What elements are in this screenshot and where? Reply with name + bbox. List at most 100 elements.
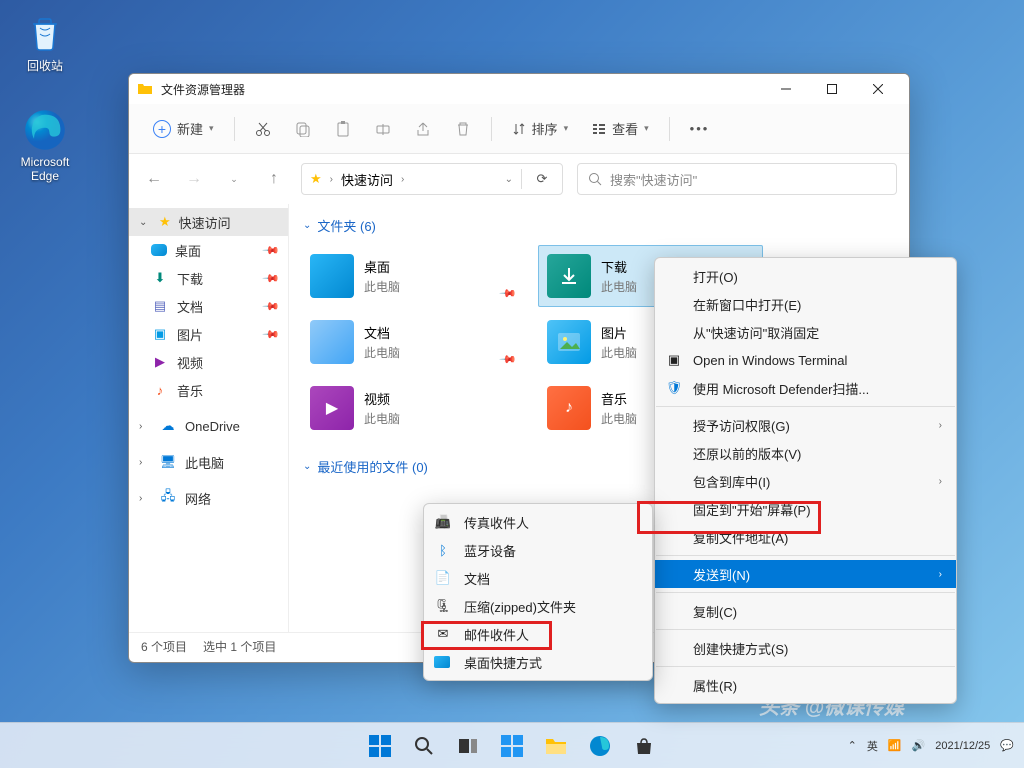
rename-button[interactable] xyxy=(365,112,401,146)
refresh-button[interactable]: ⟳ xyxy=(530,171,554,187)
edge-taskbar[interactable] xyxy=(580,726,620,766)
chevron-right-icon: › xyxy=(939,420,942,431)
chevron-right-icon: › xyxy=(939,476,942,487)
sidebar-documents[interactable]: ▤文档📌 xyxy=(129,292,288,320)
system-tray[interactable]: ⌃ 英 📶 🔊 2021/12/25 💬 xyxy=(848,738,1014,754)
sort-button[interactable]: 排序▾ xyxy=(502,112,579,146)
history-dropdown[interactable]: ⌄ xyxy=(221,166,247,192)
ctx-defender[interactable]: 🛡使用 Microsoft Defender扫描... xyxy=(655,374,956,402)
sidebar-pictures[interactable]: ▣图片📌 xyxy=(129,320,288,348)
navbar: ← → ⌄ ↑ ★ › 快速访问 › ⌄ ⟳ 搜索"快速访问" xyxy=(129,154,909,204)
desktop-icon xyxy=(151,244,167,256)
delete-button[interactable] xyxy=(445,112,481,146)
sidebar-quick-access[interactable]: ⌄★快速访问 xyxy=(129,208,288,236)
chevron-down-icon[interactable]: ⌄ xyxy=(505,174,513,185)
folder-videos[interactable]: ▶ 视频此电脑 xyxy=(301,377,526,439)
wifi-icon[interactable]: 📶 xyxy=(888,739,902,752)
window-title: 文件资源管理器 xyxy=(161,81,763,98)
up-button[interactable]: ↑ xyxy=(261,166,287,192)
store-taskbar[interactable] xyxy=(624,726,664,766)
widgets-button[interactable] xyxy=(492,726,532,766)
recycle-bin[interactable]: 回收站 xyxy=(10,10,80,74)
sendto-desktop-shortcut[interactable]: 桌面快捷方式 xyxy=(424,648,652,676)
star-icon: ★ xyxy=(310,171,322,187)
ctx-terminal[interactable]: ▣Open in Windows Terminal xyxy=(655,346,956,374)
chevron-right-icon: › xyxy=(139,421,151,432)
folder-icon xyxy=(545,736,567,756)
zip-icon: 🗜 xyxy=(434,597,452,615)
ctx-copy[interactable]: 复制(C) xyxy=(655,597,956,625)
ctx-properties[interactable]: 属性(R) xyxy=(655,671,956,699)
terminal-icon: ▣ xyxy=(665,351,683,369)
video-icon: ▶ xyxy=(151,353,169,371)
ctx-send-to[interactable]: 发送到(N)› xyxy=(655,560,956,588)
chevron-right-icon: › xyxy=(401,174,404,185)
ctx-copy-address[interactable]: 复制文件地址(A) xyxy=(655,523,956,551)
ctx-open[interactable]: 打开(O) xyxy=(655,262,956,290)
edge-browser[interactable]: Microsoft Edge xyxy=(10,108,80,183)
notifications-icon[interactable]: 💬 xyxy=(1000,739,1014,752)
copy-button[interactable] xyxy=(285,112,321,146)
sidebar-music[interactable]: ♪音乐 xyxy=(129,376,288,404)
pictures-folder-icon xyxy=(547,320,591,364)
search-button[interactable] xyxy=(404,726,444,766)
sort-icon xyxy=(512,122,526,136)
more-button[interactable]: ••• xyxy=(680,112,720,146)
new-button[interactable]: +新建▾ xyxy=(143,112,224,146)
download-folder-icon xyxy=(547,254,591,298)
sendto-documents[interactable]: 📄文档 xyxy=(424,564,652,592)
folder-icon xyxy=(137,81,153,97)
folders-section-header[interactable]: ⌄文件夹 (6) xyxy=(301,210,897,241)
sendto-bluetooth[interactable]: ᛒ蓝牙设备 xyxy=(424,536,652,564)
videos-folder-icon: ▶ xyxy=(310,386,354,430)
volume-icon[interactable]: 🔊 xyxy=(912,739,926,752)
share-button[interactable] xyxy=(405,112,441,146)
sidebar-downloads[interactable]: ⬇下载📌 xyxy=(129,264,288,292)
chevron-down-icon: ⌄ xyxy=(303,461,311,472)
ctx-restore[interactable]: 还原以前的版本(V) xyxy=(655,439,956,467)
delete-icon xyxy=(455,121,471,137)
titlebar[interactable]: 文件资源管理器 xyxy=(129,74,909,104)
breadcrumb[interactable]: ★ › 快速访问 › ⌄ ⟳ xyxy=(301,163,563,195)
ctx-create-shortcut[interactable]: 创建快捷方式(S) xyxy=(655,634,956,662)
ctx-pin-start[interactable]: 固定到"开始"屏幕(P) xyxy=(655,495,956,523)
sidebar-desktop[interactable]: 桌面📌 xyxy=(129,236,288,264)
explorer-taskbar[interactable] xyxy=(536,726,576,766)
back-button[interactable]: ← xyxy=(141,166,167,192)
share-icon xyxy=(415,121,431,137)
sendto-mail[interactable]: ✉邮件收件人 xyxy=(424,620,652,648)
clock-date[interactable]: 2021/12/25 xyxy=(935,740,990,752)
cut-button[interactable] xyxy=(245,112,281,146)
sidebar-network[interactable]: ›🖧网络 xyxy=(129,484,288,512)
sidebar-thispc[interactable]: ›🖥此电脑 xyxy=(129,448,288,476)
network-icon: 🖧 xyxy=(159,489,177,507)
ctx-unpin-quick[interactable]: 从"快速访问"取消固定 xyxy=(655,318,956,346)
forward-button[interactable]: → xyxy=(181,166,207,192)
task-view-button[interactable] xyxy=(448,726,488,766)
start-button[interactable] xyxy=(360,726,400,766)
search-input[interactable]: 搜索"快速访问" xyxy=(577,163,897,195)
selection-count: 选中 1 个项目 xyxy=(203,638,276,655)
close-button[interactable] xyxy=(855,74,901,104)
sidebar-onedrive[interactable]: ›☁OneDrive xyxy=(129,412,288,440)
paste-button[interactable] xyxy=(325,112,361,146)
chevron-down-icon: ⌄ xyxy=(139,217,151,228)
sendto-fax[interactable]: 📠传真收件人 xyxy=(424,508,652,536)
folder-documents[interactable]: 文档此电脑 📌 xyxy=(301,311,526,373)
ctx-open-new-window[interactable]: 在新窗口中打开(E) xyxy=(655,290,956,318)
maximize-button[interactable] xyxy=(809,74,855,104)
tray-chevron-icon[interactable]: ⌃ xyxy=(848,739,857,752)
cloud-icon: ☁ xyxy=(159,417,177,435)
view-button[interactable]: 查看▾ xyxy=(582,112,659,146)
ctx-grant-access[interactable]: 授予访问权限(G)› xyxy=(655,411,956,439)
sidebar-videos[interactable]: ▶视频 xyxy=(129,348,288,376)
pin-icon: 📌 xyxy=(262,325,281,344)
breadcrumb-item[interactable]: 快速访问 xyxy=(341,170,393,189)
ime-icon[interactable]: 英 xyxy=(867,738,878,754)
pin-icon: 📌 xyxy=(262,269,281,288)
folder-desktop[interactable]: 桌面此电脑 📌 xyxy=(301,245,526,307)
sendto-zip[interactable]: 🗜压缩(zipped)文件夹 xyxy=(424,592,652,620)
document-icon: 📄 xyxy=(434,569,452,587)
minimize-button[interactable] xyxy=(763,74,809,104)
ctx-include-library[interactable]: 包含到库中(I)› xyxy=(655,467,956,495)
